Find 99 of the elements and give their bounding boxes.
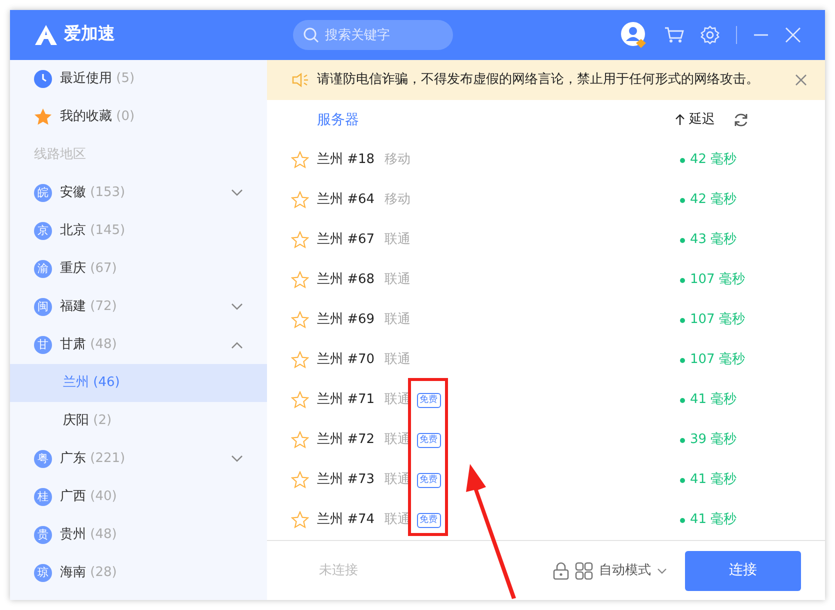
clock-icon <box>34 70 52 88</box>
latency-value: 42 毫秒 <box>690 151 737 170</box>
section-heading: 线路地区 <box>33 146 87 164</box>
refresh-icon[interactable] <box>733 112 749 128</box>
status-dot <box>680 238 685 242</box>
free-tag: 免费 <box>416 472 441 488</box>
sort-arrow-icon[interactable] <box>675 114 685 126</box>
status-dot <box>680 398 685 402</box>
latency-value: 41 毫秒 <box>690 391 737 410</box>
star-icon[interactable] <box>291 431 309 449</box>
caret-icon[interactable] <box>657 568 667 574</box>
server-name: 兰州 #72 <box>317 431 375 450</box>
close-icon[interactable] <box>795 74 807 86</box>
status-dot <box>680 438 685 442</box>
server-row[interactable]: 兰州 #18 移动 42 毫秒 <box>267 140 825 180</box>
status-dot <box>680 518 685 522</box>
search-field[interactable]: 搜索关键字 <box>293 20 453 50</box>
latency-value: 107 毫秒 <box>690 271 745 290</box>
server-row[interactable]: 兰州 #69 联通 107 毫秒 <box>267 300 825 340</box>
server-name: 兰州 #74 <box>317 511 375 530</box>
star-icon[interactable] <box>291 351 309 369</box>
region-item[interactable]: 粤 广东 (221) <box>10 440 267 478</box>
city-item[interactable]: 庆阳 (2) <box>10 402 267 440</box>
avatar-icon[interactable] <box>620 21 648 49</box>
server-row[interactable]: 兰州 #70 联通 107 毫秒 <box>267 340 825 380</box>
region-item[interactable]: 甘 甘肃 (48) <box>10 326 267 364</box>
server-name: 兰州 #73 <box>317 471 375 490</box>
star-icon[interactable] <box>291 511 309 529</box>
latency-value: 39 毫秒 <box>690 431 737 450</box>
server-name: 兰州 #67 <box>317 231 375 250</box>
status-dot <box>680 158 685 162</box>
isp-label: 联通 <box>384 231 411 250</box>
isp-label: 联通 <box>384 351 411 370</box>
latency-value: 107 毫秒 <box>690 311 745 330</box>
server-name: 兰州 #68 <box>317 271 375 290</box>
sidebar-item[interactable]: 我的收藏 (0) <box>10 98 267 136</box>
isp-label: 移动 <box>384 191 411 210</box>
server-name: 兰州 #18 <box>317 151 375 170</box>
lock-icon[interactable] <box>553 562 569 580</box>
connect-button[interactable]: 连接 <box>685 550 801 590</box>
region-item[interactable]: 琼 海南 (28) <box>10 554 267 592</box>
star-icon[interactable] <box>291 231 309 249</box>
free-tag: 免费 <box>416 512 441 528</box>
region-badge: 甘 <box>34 336 52 354</box>
latency-value: 43 毫秒 <box>690 231 737 250</box>
star-icon[interactable] <box>291 271 309 289</box>
region-badge: 琼 <box>34 564 52 582</box>
region-item[interactable]: 闽 福建 (72) <box>10 288 267 326</box>
server-name: 兰州 #64 <box>317 191 375 210</box>
server-row[interactable]: 兰州 #67 联通 43 毫秒 <box>267 220 825 260</box>
region-badge: 京 <box>34 222 52 240</box>
region-badge: 贵 <box>34 526 52 544</box>
status-dot <box>680 478 685 482</box>
region-badge: 闽 <box>34 298 52 316</box>
star-icon[interactable] <box>291 191 309 209</box>
region-badge: 桂 <box>34 488 52 506</box>
latency-value: 41 毫秒 <box>690 471 737 490</box>
free-tag: 免费 <box>416 432 441 448</box>
server-name: 兰州 #71 <box>317 391 375 410</box>
isp-label: 联通 <box>384 271 411 290</box>
region-item[interactable]: 渝 重庆 (67) <box>10 250 267 288</box>
mode-selector[interactable]: 自动模式 <box>599 560 651 580</box>
star-icon[interactable] <box>291 471 309 489</box>
server-name: 兰州 #70 <box>317 351 375 370</box>
grid-icon <box>575 562 593 580</box>
app-name: 爱加速 <box>64 23 115 46</box>
connection-status: 未连接 <box>319 562 358 580</box>
sidebar-item[interactable]: 最近使用 (5) <box>10 60 267 98</box>
server-name: 兰州 #69 <box>317 311 375 330</box>
settings-icon[interactable] <box>700 25 720 45</box>
star-icon[interactable] <box>291 151 309 169</box>
isp-label: 联通 <box>384 311 411 330</box>
notice-text: 请谨防电信诈骗，不得发布虚假的网络言论，禁止用于任何形式的网络攻击。 <box>317 71 759 90</box>
region-item[interactable]: 桂 广西 (40) <box>10 478 267 516</box>
region-item[interactable]: 京 北京 (145) <box>10 212 267 250</box>
star-icon[interactable] <box>291 391 309 409</box>
region-badge: 粤 <box>34 450 52 468</box>
logo-icon <box>34 24 58 46</box>
free-tag: 免费 <box>416 392 441 408</box>
region-item[interactable]: 贵 贵州 (48) <box>10 516 267 554</box>
latency-value: 107 毫秒 <box>690 351 745 370</box>
latency-value: 41 毫秒 <box>690 511 737 530</box>
column-header[interactable]: 延迟 <box>689 110 715 130</box>
status-dot <box>680 198 685 202</box>
status-dot <box>680 318 685 322</box>
latency-value: 42 毫秒 <box>690 191 737 210</box>
region-item[interactable]: 皖 安徽 (153) <box>10 174 267 212</box>
speaker-icon <box>291 72 309 88</box>
status-dot <box>680 278 685 282</box>
status-dot <box>680 358 685 362</box>
isp-label: 移动 <box>384 151 411 170</box>
region-badge: 渝 <box>34 260 52 278</box>
server-row[interactable]: 兰州 #64 移动 42 毫秒 <box>267 180 825 220</box>
column-header[interactable]: 服务器 <box>317 110 359 130</box>
server-row[interactable]: 兰州 #68 联通 107 毫秒 <box>267 260 825 300</box>
star-icon[interactable] <box>291 311 309 329</box>
cart-icon[interactable] <box>664 26 684 44</box>
star-icon <box>34 108 52 126</box>
region-badge: 皖 <box>34 184 52 202</box>
